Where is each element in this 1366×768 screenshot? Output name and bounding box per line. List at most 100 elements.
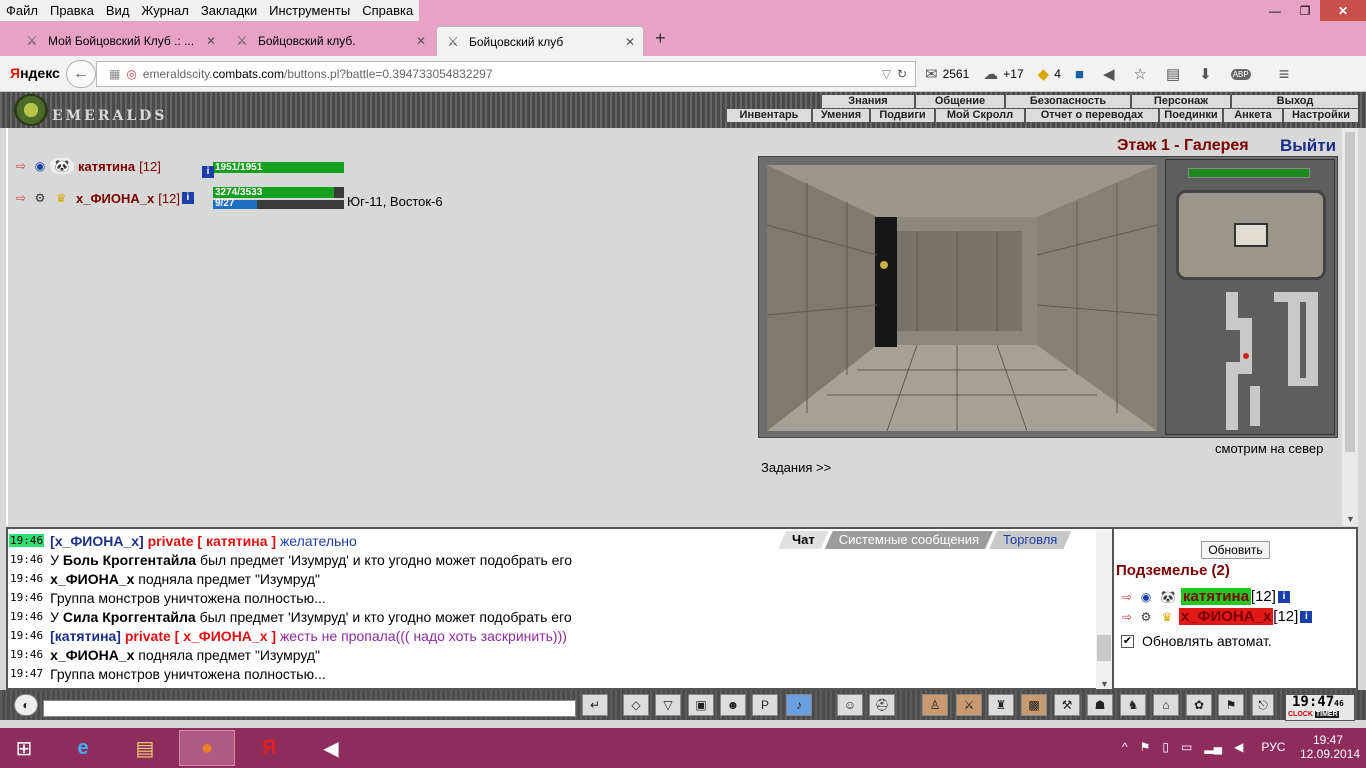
downloads-button[interactable]: ⬇ <box>1199 65 1217 83</box>
audio-player-icon[interactable]: ◀ <box>303 730 359 766</box>
tab-3-active[interactable]: ⚔ Бойцовский клуб ✕ <box>436 26 644 56</box>
chat-input[interactable] <box>43 700 576 717</box>
address-bar[interactable]: ▦ ◎ emeraldscity. combats.com/buttons.pl?… <box>96 61 916 87</box>
chat-nick[interactable]: x_ФИОНА_x <box>50 647 134 663</box>
private-message-icon[interactable]: ⇨ <box>12 190 30 206</box>
language-indicator[interactable]: РУС <box>1261 740 1285 754</box>
restore-icon[interactable]: ❐ <box>1290 0 1320 21</box>
menu-character[interactable]: Персонаж <box>1130 95 1230 108</box>
minimize-icon[interactable]: — <box>1260 0 1290 21</box>
chat-timestamp[interactable]: 19:46 <box>9 648 44 661</box>
music-icon[interactable]: ♪ <box>786 694 812 716</box>
close-tab-icon[interactable]: ✕ <box>206 34 216 48</box>
submenu-my-scroll[interactable]: Мой Скролл <box>934 109 1024 122</box>
helmet-icon[interactable]: ⛑ <box>869 694 895 716</box>
info-icon[interactable]: i <box>1300 610 1313 623</box>
compass-device-icon[interactable] <box>1176 190 1326 280</box>
monk-icon[interactable]: ♙ <box>922 694 948 716</box>
menu-security[interactable]: Безопасность <box>1004 95 1130 108</box>
tab-1[interactable]: ⚔ Мой Бойцовский Клуб .: ... ✕ <box>16 26 224 56</box>
device-icon[interactable]: ▯ <box>1162 740 1169 754</box>
menu-tools[interactable]: Инструменты <box>263 0 356 21</box>
chat-nick[interactable]: [x_ФИОНА_x] <box>50 533 144 549</box>
filter-icon[interactable]: ▽ <box>655 694 681 716</box>
taskbar-clock[interactable]: 19:47 12.09.2014 <box>1300 733 1360 761</box>
close-tab-icon[interactable]: ✕ <box>416 34 426 48</box>
send-message-icon[interactable]: ↵ <box>582 694 608 716</box>
refresh-button[interactable]: Обновить <box>1201 541 1270 559</box>
player-name[interactable]: x_ФИОНА_x <box>76 191 154 206</box>
flag-icon[interactable]: ⚑ <box>1218 694 1244 716</box>
tab-system-messages[interactable]: Системные сообщения <box>825 531 993 549</box>
hamburger-menu-icon[interactable]: ≡ <box>1279 64 1295 85</box>
info-icon[interactable]: i <box>181 192 194 204</box>
chat-timestamp[interactable]: 19:46 <box>9 534 45 547</box>
reading-list-button[interactable]: ▤ <box>1166 65 1185 83</box>
user-name[interactable]: катятина <box>1181 588 1251 605</box>
private-message-icon[interactable]: ⇨ <box>1118 589 1136 605</box>
firefox-icon[interactable]: ● <box>179 730 235 766</box>
chat-timestamp[interactable]: 19:46 <box>9 572 44 585</box>
scroll-thumb[interactable] <box>1345 132 1355 452</box>
person-icon[interactable]: ☻ <box>720 694 746 716</box>
chat-timestamp[interactable]: 19:46 <box>9 610 44 623</box>
scroll-down-icon[interactable]: ▼ <box>1100 679 1109 689</box>
chat-timestamp[interactable]: 19:47 <box>9 667 44 680</box>
clock-label[interactable]: CLOCK <box>1288 711 1313 718</box>
mask-icon[interactable]: ☗ <box>1087 694 1113 716</box>
scroll-down-icon[interactable]: ▼ <box>1346 514 1355 524</box>
chat-timestamp[interactable]: 19:46 <box>9 629 44 642</box>
submenu-settings[interactable]: Настройки <box>1282 109 1358 122</box>
menu-edit[interactable]: Правка <box>44 0 100 21</box>
private-message-icon[interactable]: ⇨ <box>1118 609 1136 625</box>
menu-file[interactable]: Файл <box>0 0 44 21</box>
auto-refresh-option[interactable]: ✔ Обновлять автомат. <box>1121 633 1272 649</box>
exit-door-icon[interactable]: ⎋ <box>1252 694 1274 716</box>
chat-mode-icon[interactable]: ◐ <box>14 694 38 716</box>
submenu-profile[interactable]: Анкета <box>1222 109 1282 122</box>
chat-nick[interactable]: [катятина] <box>50 628 121 644</box>
paw-icon[interactable]: ✿ <box>1186 694 1212 716</box>
tab-2[interactable]: ⚔ Бойцовский клуб. ✕ <box>226 26 434 56</box>
axe-icon[interactable]: ⚒ <box>1054 694 1080 716</box>
smiley-icon[interactable]: ☺ <box>837 694 863 716</box>
battery-icon[interactable]: ▭ <box>1181 740 1192 754</box>
menu-help[interactable]: Справка <box>356 0 419 21</box>
menu-knowledge[interactable]: Знания <box>820 95 914 108</box>
chat-scroll-thumb[interactable] <box>1097 635 1111 661</box>
chat-nick[interactable]: x_ФИОНА_x <box>50 571 134 587</box>
show-hidden-icon[interactable]: ^ <box>1122 740 1128 754</box>
chat-nick[interactable]: Боль Кроггентайла <box>63 552 196 568</box>
yandex-logo[interactable]: Яндекс <box>10 65 60 81</box>
timer-label[interactable]: TIMER <box>1314 711 1339 718</box>
back-arrow-icon[interactable]: ← <box>66 60 96 88</box>
sword-icon[interactable]: ⚔ <box>956 694 982 716</box>
close-tab-icon[interactable]: ✕ <box>625 35 635 49</box>
mail-button[interactable]: ✉ 2561 <box>925 65 969 83</box>
corridor-3d-view[interactable] <box>767 165 1157 431</box>
menu-exit[interactable]: Выход <box>1230 95 1358 108</box>
weather-button[interactable]: ☁ +17 <box>983 65 1023 83</box>
file-explorer-icon[interactable]: ▤ <box>117 730 173 766</box>
submenu-transfers[interactable]: Отчет о переводах <box>1024 109 1158 122</box>
menu-bookmarks[interactable]: Закладки <box>195 0 263 21</box>
tab-chat[interactable]: Чат <box>778 531 829 549</box>
sound-button[interactable]: ◀ <box>1103 65 1120 83</box>
chat-button[interactable]: ◆ 4 <box>1038 65 1061 83</box>
menu-history[interactable]: Журнал <box>135 0 194 21</box>
bookmark-button[interactable]: ☆ <box>1133 65 1151 83</box>
private-message-icon[interactable]: ⇨ <box>12 158 30 174</box>
internet-explorer-icon[interactable]: e <box>55 730 111 766</box>
submenu-achievements[interactable]: Подвиги <box>869 109 934 122</box>
new-tab-icon[interactable]: + <box>655 28 666 49</box>
chest-icon[interactable]: ▩ <box>1021 694 1047 716</box>
statue-icon[interactable]: ♞ <box>1120 694 1146 716</box>
addon-button[interactable]: ■ <box>1075 66 1089 83</box>
dropdown-arrow-icon[interactable]: ▽ <box>882 67 891 81</box>
menu-view[interactable]: Вид <box>100 0 136 21</box>
flag-tray-icon[interactable]: ⚑ <box>1140 740 1151 754</box>
info-icon[interactable]: i <box>1277 590 1290 603</box>
submenu-battles[interactable]: Поединки <box>1158 109 1222 122</box>
volume-icon[interactable]: ◀ <box>1234 740 1243 754</box>
tasks-link[interactable]: Задания >> <box>761 460 831 475</box>
